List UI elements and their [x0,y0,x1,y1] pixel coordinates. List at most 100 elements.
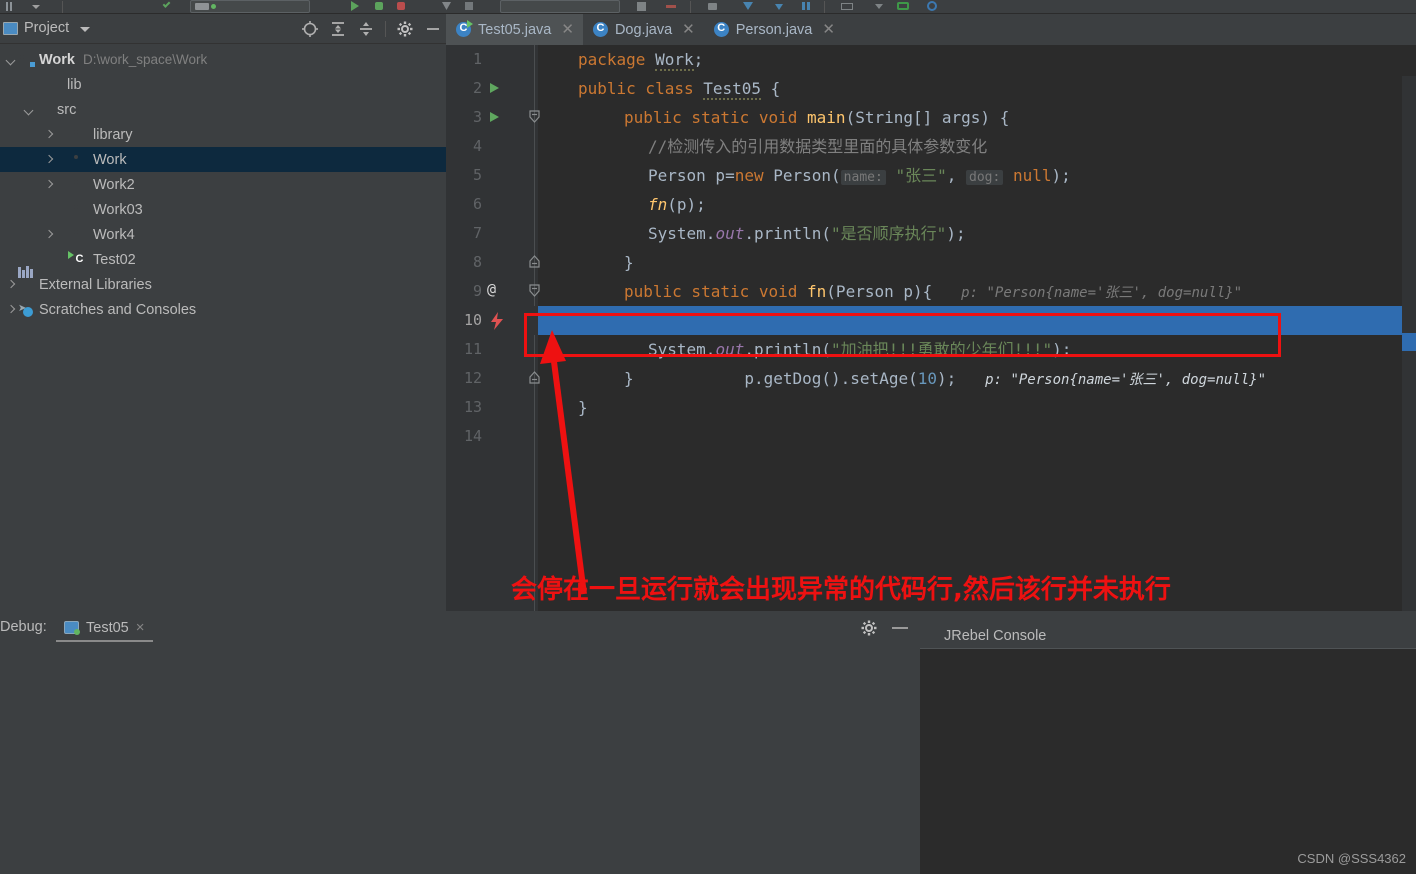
tree-row-work-package[interactable]: Work [0,147,446,172]
string-literal: "是否顺序执行" [831,224,947,243]
toolbar-icon-columns[interactable] [800,0,814,12]
line-number: 9 [472,282,482,300]
code-line-11[interactable]: System.out.println("加油把!!!勇敢的少年们!!!"); [538,335,1416,364]
toolbar-icon-stop[interactable] [634,0,648,12]
method-name-fn: fn [807,282,827,301]
toolbar-icon-window[interactable] [840,0,854,12]
run-gutter-icon[interactable] [490,83,499,93]
close-icon[interactable]: ✕ [561,22,574,37]
code-line-12[interactable]: } [538,364,1416,393]
toolbar-icon-stop-grey[interactable] [462,0,476,12]
toolbar-icon-debug[interactable] [372,0,386,12]
param-hint-name[interactable]: name: [840,170,886,185]
tab-dog-java[interactable]: Dog.java ✕ [583,14,704,45]
code-line-5[interactable]: Person p=new Person(name: "张三", dog: nul… [538,161,1416,190]
editor-marker-bar[interactable] [1402,76,1416,611]
toolbar-icon-down-blue-2[interactable] [772,0,786,12]
close-icon[interactable]: × [136,619,145,636]
code-line-2[interactable]: public class Test05 { [538,74,1416,103]
toolbar-icon-terminate[interactable] [664,0,678,12]
chevron-right-icon[interactable] [4,303,18,317]
minimize-icon[interactable] [424,20,442,38]
println-open: .println( [744,340,832,359]
toolbar-icon-check[interactable] [160,0,174,12]
chevron-right-icon[interactable] [42,153,56,167]
chevron-right-icon[interactable] [42,228,56,242]
expand-all-icon[interactable] [329,20,347,38]
run-configuration-selector[interactable] [190,0,310,13]
execution-marker[interactable] [1402,333,1416,351]
toolbar-icon-jrebel[interactable] [896,0,910,12]
code-line-13[interactable]: } [538,393,1416,422]
tree-row-work-module[interactable]: Work D:\work_space\Work [0,47,446,72]
code-text[interactable]: package Work; public class Test05 { publ… [538,45,1416,611]
toolbar-icon-coverage[interactable] [394,0,408,12]
gear-icon[interactable] [860,619,878,637]
gutter-line-11: 11 [446,335,538,364]
tab-label: Person.java [735,21,813,38]
toolbar-icon-dropdown[interactable] [28,0,42,12]
toolbar-icon-down-blue[interactable] [740,0,754,12]
code-line-6[interactable]: fn(p); [538,190,1416,219]
run-gutter-icon[interactable] [490,112,499,122]
gutter-line-7: 7 [446,219,538,248]
tree-row-src[interactable]: src [0,97,446,122]
java-class-runnable-icon [456,20,473,37]
package-icon [72,203,88,217]
annotation-at-icon[interactable]: @ [487,280,496,298]
method-params: (String[] args) { [845,108,1010,127]
code-line-1[interactable]: package Work; [538,45,1416,74]
code-line-3[interactable]: public static void main(String[] args) { [538,103,1416,132]
keyword-public-class: public class [578,79,704,98]
code-line-7[interactable]: System.out.println("是否顺序执行"); [538,219,1416,248]
line-number: 3 [472,108,482,126]
tree-row-scratches[interactable]: ➤ Scratches and Consoles [0,297,446,322]
toolbar-icon-caret[interactable] [872,0,886,12]
jrebel-console-output[interactable]: CSDN @SSS4362 [920,648,1416,874]
code-line-9[interactable]: public static void fn(Person p){ p: "Per… [538,277,1416,306]
toolbar-separator-2 [690,1,691,13]
chevron-down-icon[interactable] [22,103,36,117]
println-close: ); [1052,340,1072,359]
close-icon[interactable]: ✕ [822,22,835,37]
tree-row-library[interactable]: library [0,122,446,147]
chevron-down-icon[interactable] [80,27,90,32]
chevron-down-icon[interactable] [4,53,18,67]
libraries-icon [18,265,34,292]
collapse-all-icon[interactable] [357,20,375,38]
chevron-right-icon[interactable] [4,278,18,292]
debug-session-tab[interactable]: Test05 × [56,615,153,642]
tree-row-work2[interactable]: Work2 [0,172,446,197]
toolbar-separator [62,1,63,13]
tree-row-external-libraries[interactable]: External Libraries [0,265,446,297]
code-line-10[interactable]: p.getDog().setAge(10); p: "Person{name='… [538,306,1416,388]
toolbar-icon-profile[interactable] [440,0,454,12]
tree-row-work03[interactable]: Work03 [0,197,446,222]
editor-gutter[interactable]: 1 2 3 4 5 6 7 8 9 @ 10 11 12 13 14 [446,45,540,611]
close-icon[interactable]: ✕ [682,22,695,37]
minimize-icon[interactable] [892,627,908,629]
toolbar-icon-update[interactable] [706,0,720,12]
param-hint-dog[interactable]: dog: [966,170,1004,185]
gear-icon[interactable] [396,20,414,38]
code-line-4[interactable]: //检测传入的引用数据类型里面的具体参数变化 [538,132,1416,161]
code-line-8[interactable]: } [538,248,1416,277]
tab-test05-java[interactable]: Test05.java ✕ [446,14,583,45]
toolbar-icon-run[interactable] [348,0,362,12]
close-brace: } [624,369,634,388]
project-tree[interactable]: Work D:\work_space\Work lib src library [0,45,446,611]
search-field[interactable] [500,0,620,13]
println-close: ); [946,224,966,243]
tree-row-work4[interactable]: Work4 [0,222,446,247]
exception-bolt-icon[interactable] [489,311,503,330]
locate-icon[interactable] [301,20,319,38]
toolbar-icon-structure[interactable] [6,2,20,11]
toolbar-icon-help[interactable] [926,0,940,12]
chevron-right-icon[interactable] [42,178,56,192]
code-line-14[interactable] [538,422,1416,451]
tree-row-lib[interactable]: lib [0,72,446,97]
tab-person-java[interactable]: Person.java ✕ [704,14,844,45]
tree-row-test02[interactable]: Test02 [0,247,446,272]
chevron-right-icon[interactable] [42,128,56,142]
